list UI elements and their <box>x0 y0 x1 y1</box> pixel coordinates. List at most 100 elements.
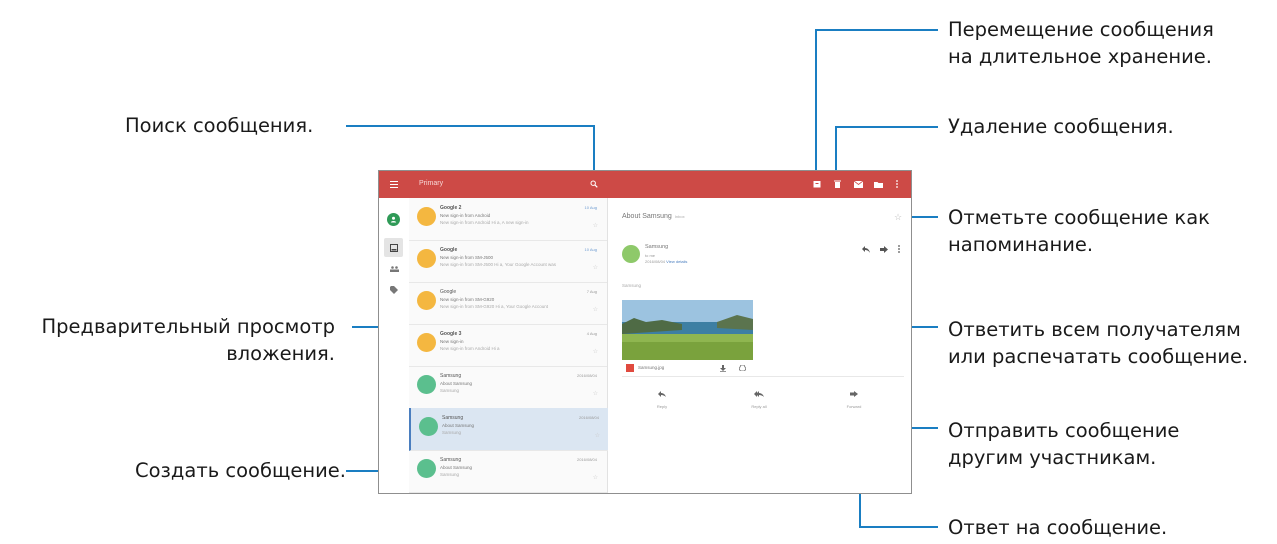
message-title: About Samsung Inbox <box>622 213 685 220</box>
sender-avatar <box>417 207 436 226</box>
reply-all-label: Reply all <box>751 404 767 409</box>
message-row[interactable]: Google New sign-in from SM-G920 New sign… <box>409 282 607 325</box>
message-title-text: About Samsung <box>622 213 672 220</box>
image-icon <box>626 364 634 372</box>
message-preview: Samsung <box>440 388 460 393</box>
message-subject: New sign-in from Android <box>440 213 491 218</box>
forward-label: Forward <box>846 404 862 409</box>
reader-sender-avatar <box>622 245 640 263</box>
annotation-delete: Удаление сообщения. <box>948 115 1174 138</box>
message-date: 7 Aug <box>586 289 597 294</box>
message-subject: About Samsung <box>440 381 473 386</box>
move-icon[interactable] <box>873 179 883 189</box>
message-preview: Samsung <box>440 472 460 477</box>
annotation-forward: Отправить сообщение другим участникам. <box>948 419 1180 469</box>
reader-sender: Samsung <box>645 244 669 250</box>
message-row[interactable]: Google 2 New sign-in from Android New si… <box>409 198 607 241</box>
message-sender: Google <box>440 247 458 253</box>
navigation-rail <box>379 198 410 493</box>
annotation-compose: Создать сообщение. <box>135 459 346 482</box>
message-subject: New sign-in from SM-G920 <box>440 297 495 302</box>
forward-icon <box>850 391 858 397</box>
label-icon[interactable] <box>388 284 400 296</box>
reply-all-action[interactable]: Reply all <box>739 384 779 409</box>
star-icon[interactable]: ☆ <box>595 432 600 439</box>
message-list: Google 2 New sign-in from Android New si… <box>409 198 633 493</box>
menu-icon[interactable] <box>389 179 399 189</box>
reply-icon[interactable] <box>861 244 871 254</box>
mail-icon[interactable] <box>853 179 863 189</box>
message-row[interactable]: Google 3 New sign-in New sign-in from An… <box>409 324 607 367</box>
reader-recipient: to me <box>645 253 656 258</box>
landscape-photo <box>622 300 753 360</box>
message-date: 2016/08/04 <box>576 373 597 378</box>
message-sender: Samsung <box>440 457 462 463</box>
star-icon[interactable]: ☆ <box>593 264 598 271</box>
people-icon[interactable] <box>388 263 400 275</box>
more-vert-icon[interactable] <box>896 244 902 254</box>
annotation-flag: Отметьте сообщение как напоминание. <box>948 206 1210 256</box>
star-icon[interactable]: ☆ <box>593 222 598 229</box>
star-icon[interactable]: ☆ <box>593 474 598 481</box>
sender-avatar <box>417 375 436 394</box>
annotation-preview: Предварительный просмотр вложения. <box>41 315 336 365</box>
sender-avatar <box>417 249 436 268</box>
message-date: 4 Aug <box>586 331 597 336</box>
star-icon[interactable]: ☆ <box>893 212 903 222</box>
message-row[interactable]: Samsung About Samsung Samsung 2016/08/04… <box>409 366 607 409</box>
message-date: 2016/08/04 <box>578 415 599 420</box>
search-icon[interactable] <box>589 179 599 189</box>
annotation-reply: Ответ на сообщение. <box>948 516 1168 539</box>
attachment-filename: Samsung.jpg <box>638 365 665 370</box>
message-date: 2016/08/04 <box>576 457 597 462</box>
reply-action[interactable]: Reply <box>642 384 682 409</box>
message-date: 10 Aug <box>584 205 597 210</box>
search-callout-line <box>346 125 595 172</box>
forward-icon[interactable] <box>879 244 889 254</box>
message-sender: Samsung <box>442 415 464 421</box>
divider <box>622 376 904 377</box>
star-icon[interactable]: ☆ <box>593 306 598 313</box>
more-vert-icon[interactable] <box>893 179 901 189</box>
annotation-archive: Перемещение сообщения на длительное хран… <box>948 18 1214 68</box>
inbox-label: Inbox <box>674 214 685 219</box>
archive-callout-line <box>815 29 938 180</box>
download-icon[interactable] <box>719 364 727 372</box>
app-bar: Primary <box>379 171 911 198</box>
view-details-link[interactable]: View details <box>666 259 687 264</box>
delete-icon[interactable] <box>832 179 842 189</box>
reply-label: Reply <box>656 404 668 409</box>
message-subject: New sign-in from SM-J500 <box>440 255 494 260</box>
attachment-preview-image[interactable] <box>622 300 753 360</box>
star-icon[interactable]: ☆ <box>593 390 598 397</box>
sender-avatar <box>417 459 436 478</box>
attachment-bar: Samsung.jpg <box>622 360 753 377</box>
sender-avatar <box>417 333 436 352</box>
drive-icon[interactable] <box>738 364 746 372</box>
message-subject: New sign-in <box>440 339 464 344</box>
account-icon[interactable] <box>387 213 400 226</box>
annotation-search: Поиск сообщения. <box>125 114 314 137</box>
sender-avatar <box>417 291 436 310</box>
star-icon[interactable]: ☆ <box>593 348 598 355</box>
email-app-screen: Primary Google 2 New sign-in from Androi… <box>378 170 912 494</box>
message-preview: New sign-in from Android Hi a <box>440 346 500 351</box>
message-row[interactable]: Samsung About Samsung Samsung 2016/08/04… <box>409 450 607 493</box>
message-row[interactable]: Google New sign-in from SM-J500 New sign… <box>409 240 607 283</box>
forward-action[interactable]: Forward <box>834 384 874 409</box>
message-subject: About Samsung <box>440 465 473 470</box>
mailbox-title: Primary <box>419 180 444 187</box>
message-subject: About Samsung <box>442 423 475 428</box>
message-reader: About Samsung Inbox ☆ Samsung to me 2016/… <box>608 198 911 493</box>
message-preview: New sign-in from SM-J500 Hi a, Your Goog… <box>440 262 557 267</box>
message-row-selected[interactable]: Samsung About Samsung Samsung 2016/08/04… <box>409 408 609 451</box>
message-sender: Google <box>440 289 457 295</box>
archive-icon[interactable] <box>812 179 822 189</box>
message-date: 10 Aug <box>584 247 597 252</box>
inbox-icon[interactable] <box>384 238 403 257</box>
reader-date: 2016/08/04 <box>645 259 666 264</box>
message-sender: Google 2 <box>440 205 462 211</box>
message-sender: Google 3 <box>440 331 462 337</box>
message-sender: Samsung <box>440 373 462 379</box>
message-preview: New sign-in from Android Hi a, A new sig… <box>440 220 529 225</box>
